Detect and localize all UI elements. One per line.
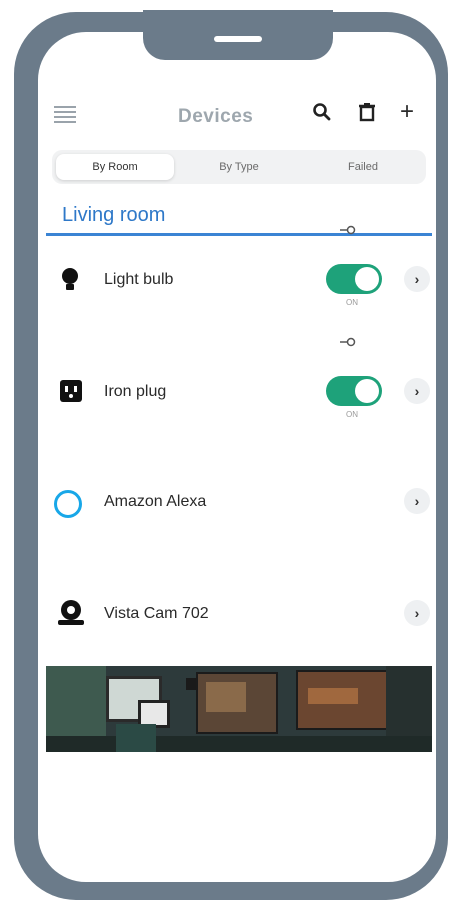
tab-bar: By Room By Type Failed [52, 150, 426, 184]
chevron-right-icon[interactable]: › [404, 488, 430, 514]
power-toggle[interactable] [326, 376, 382, 406]
add-icon[interactable]: + [400, 98, 414, 126]
phone-notch [143, 10, 333, 60]
tab-by-room[interactable]: By Room [56, 154, 174, 180]
top-bar: Devices + [38, 94, 436, 138]
power-plug-icon [340, 224, 358, 238]
tab-by-type[interactable]: By Type [180, 154, 298, 180]
device-row-vista-cam[interactable]: Vista Cam 702 › [38, 584, 436, 644]
toggle-state-label: ON [346, 410, 358, 419]
device-name: Iron plug [104, 383, 167, 400]
trash-icon[interactable] [358, 102, 376, 128]
room-divider [46, 233, 432, 236]
power-plug-icon [340, 336, 358, 350]
device-name: Vista Cam 702 [104, 605, 209, 622]
menu-icon[interactable] [54, 106, 76, 124]
device-name: Amazon Alexa [104, 493, 207, 510]
tab-failed[interactable]: Failed [304, 154, 422, 180]
room-photo [46, 666, 432, 752]
device-row-iron-plug[interactable]: Iron plug ON › [38, 362, 436, 422]
room-heading: Living room [62, 204, 166, 226]
speaker-grille [214, 36, 262, 42]
plug-icon [58, 378, 86, 406]
camera-icon [58, 600, 86, 628]
chevron-right-icon[interactable]: › [404, 266, 430, 292]
power-toggle[interactable] [326, 264, 382, 294]
alexa-icon [54, 490, 82, 518]
device-row-amazon-alexa[interactable]: Amazon Alexa › [38, 472, 436, 532]
lightbulb-icon [58, 266, 86, 294]
search-icon[interactable] [312, 102, 332, 128]
chevron-right-icon[interactable]: › [404, 600, 430, 626]
phone-screen: Devices + By Room By Type Failed Living … [38, 32, 436, 882]
chevron-right-icon[interactable]: › [404, 378, 430, 404]
device-row-light-bulb[interactable]: Light bulb ON › [38, 250, 436, 310]
device-name: Light bulb [104, 271, 174, 288]
toggle-state-label: ON [346, 298, 358, 307]
page-title: Devices [178, 106, 254, 127]
